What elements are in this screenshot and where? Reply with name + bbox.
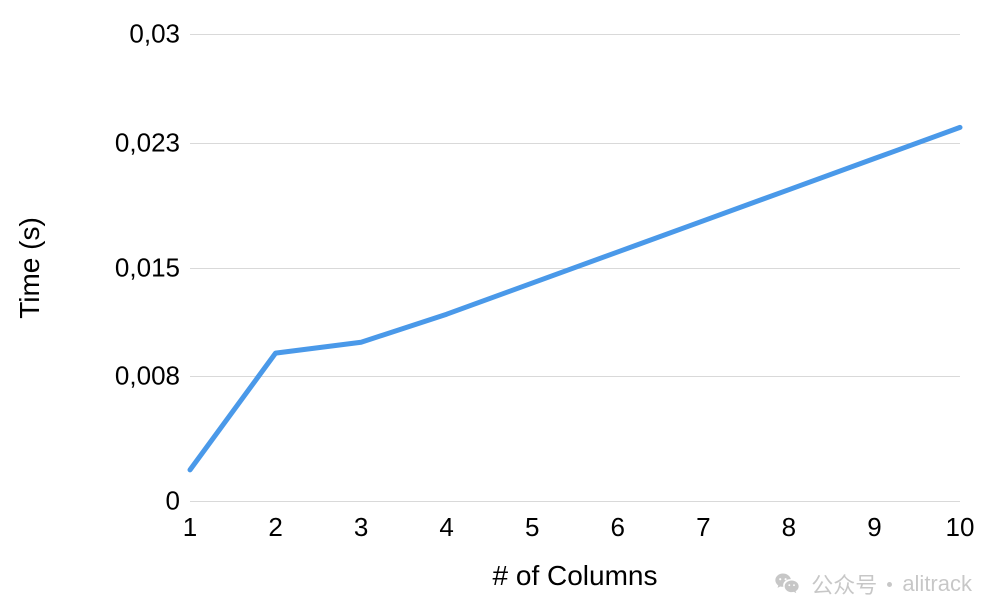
x-tick-label: 8	[782, 512, 796, 543]
y-tick-label: 0,015	[60, 252, 180, 283]
x-axis-label: # of Columns	[190, 560, 960, 592]
plot-area	[190, 34, 960, 501]
gridline	[190, 501, 960, 502]
x-tick-label: 1	[183, 512, 197, 543]
x-tick-label: 9	[867, 512, 881, 543]
x-tick-label: 2	[268, 512, 282, 543]
y-tick-label: 0,023	[60, 127, 180, 158]
y-axis-label: Time (s)	[14, 217, 46, 319]
x-tick-label: 6	[611, 512, 625, 543]
y-tick-label: 0,008	[60, 361, 180, 392]
x-tick-label: 5	[525, 512, 539, 543]
x-tick-label: 10	[946, 512, 975, 543]
y-tick-label: 0	[60, 486, 180, 517]
line-chart: Time (s) 0 0,008 0,015 0,023 0,03 1 2 3 …	[0, 0, 992, 614]
x-tick-label: 4	[439, 512, 453, 543]
series-line	[190, 34, 960, 501]
x-tick-label: 3	[354, 512, 368, 543]
y-tick-label: 0,03	[60, 19, 180, 50]
x-tick-label: 7	[696, 512, 710, 543]
